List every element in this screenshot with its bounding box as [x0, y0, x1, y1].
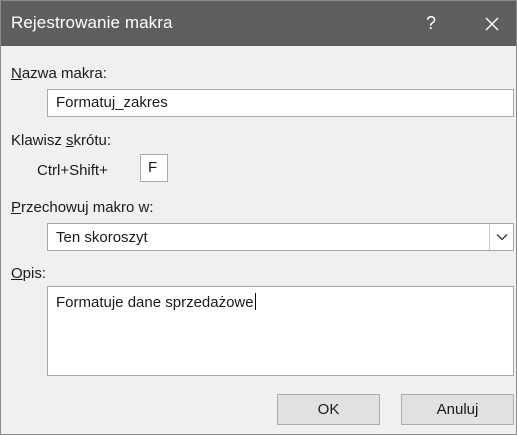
description-textarea[interactable]: Formatuje dane sprzedażowe: [47, 286, 514, 376]
store-in-label-rest: rzechowuj makro w:: [21, 199, 154, 216]
dialog-title: Rejestrowanie makra: [11, 13, 173, 32]
description-label-rest: pis:: [22, 265, 47, 282]
macro-name-input[interactable]: Formatuj_zakres: [47, 89, 514, 117]
store-in-label: Przechowuj makro w:: [11, 199, 154, 216]
store-in-dropdown[interactable]: Ten skoroszyt: [47, 223, 514, 251]
title-bar[interactable]: Rejestrowanie makra ?: [1, 1, 516, 46]
shortcut-key-input[interactable]: F: [140, 154, 168, 182]
store-in-selected: Ten skoroszyt: [56, 229, 148, 246]
shortcut-prefix: Ctrl+Shift+: [37, 162, 108, 179]
shortcut-key-label-accel: s: [66, 132, 74, 149]
description-label: Opis:: [11, 265, 46, 282]
ok-button[interactable]: OK: [277, 394, 380, 425]
macro-name-label: Nazwa makra:: [11, 65, 107, 82]
macro-name-label-rest: azwa makra:: [21, 65, 107, 82]
shortcut-key-label-post: krótu:: [73, 132, 112, 149]
text-cursor: [254, 293, 256, 310]
macro-name-label-accel: N: [11, 65, 22, 82]
description-label-accel: O: [11, 265, 23, 282]
close-button[interactable]: [469, 1, 515, 46]
record-macro-dialog: Rejestrowanie makra ? Nazwa makra: Forma…: [0, 0, 517, 435]
shortcut-key-label: Klawisz skrótu:: [11, 132, 111, 149]
description-text: Formatuje dane sprzedażowe: [56, 294, 254, 311]
store-in-label-accel: P: [11, 199, 22, 216]
chevron-down-icon: [496, 234, 507, 241]
close-icon: [485, 17, 499, 30]
cancel-button[interactable]: Anuluj: [401, 394, 514, 425]
help-button[interactable]: ?: [409, 1, 453, 46]
shortcut-key-label-pre: Klawisz: [11, 132, 67, 149]
dropdown-arrow-button[interactable]: [489, 224, 513, 250]
